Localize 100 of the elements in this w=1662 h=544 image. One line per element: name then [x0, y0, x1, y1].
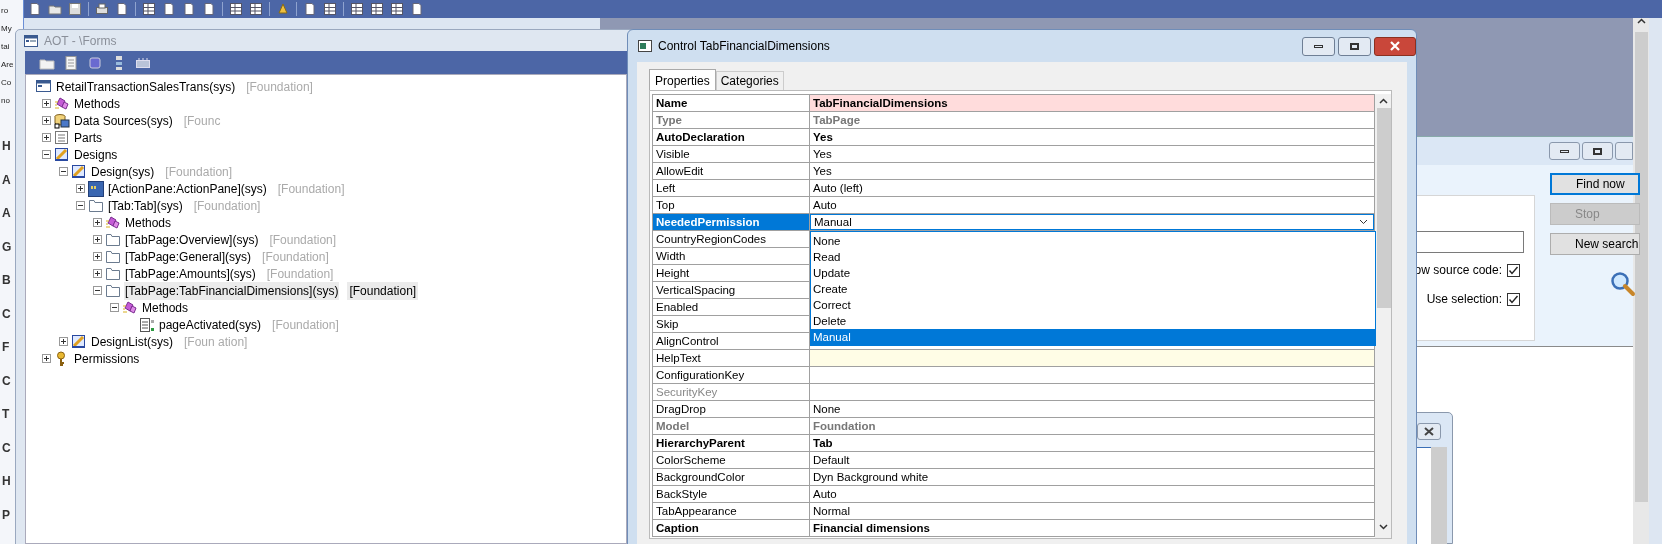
cube-icon[interactable] — [87, 54, 103, 71]
collapse-icon[interactable] — [42, 150, 51, 159]
collapse-icon[interactable] — [59, 167, 68, 176]
expand-icon[interactable] — [93, 269, 102, 278]
checkbox[interactable] — [1507, 292, 1520, 306]
grid-icon[interactable] — [350, 2, 364, 16]
property-name[interactable]: AutoDeclaration — [653, 129, 810, 146]
collapse-icon[interactable] — [110, 303, 119, 312]
property-name[interactable]: BackgroundColor — [653, 469, 810, 486]
expand-icon[interactable] — [42, 354, 51, 363]
property-name[interactable]: NeededPermission — [653, 214, 810, 231]
grid-icon[interactable] — [229, 2, 243, 16]
dropdown-option[interactable]: Create — [811, 281, 1375, 297]
tree-item[interactable]: Methods — [73, 94, 122, 113]
property-name[interactable]: Caption — [653, 520, 810, 537]
find-button[interactable]: Find now — [1550, 173, 1640, 195]
tree-item[interactable]: [TabPage:TabFinancialDimensions](sys) — [124, 281, 340, 300]
property-name[interactable]: Enabled — [653, 299, 810, 316]
property-name[interactable]: DragDrop — [653, 401, 810, 418]
grid-icon[interactable] — [323, 2, 337, 16]
dropdown-field[interactable]: Manual — [810, 214, 1374, 230]
chevron-down-icon[interactable] — [1359, 219, 1368, 225]
expand-icon[interactable] — [76, 184, 85, 193]
tab[interactable]: Properties — [649, 69, 716, 91]
collapse-icon[interactable] — [76, 201, 85, 210]
dropdown-option[interactable]: None — [811, 233, 1375, 249]
property-name[interactable]: ColorScheme — [653, 452, 810, 469]
page-icon[interactable] — [162, 2, 176, 16]
page-icon[interactable] — [303, 2, 317, 16]
tree-item[interactable]: Permissions — [73, 349, 141, 368]
property-name[interactable]: Width — [653, 248, 810, 265]
tree-item[interactable]: [TabPage:Overview](sys) — [124, 230, 260, 249]
checkbox[interactable] — [1507, 263, 1520, 277]
property-name[interactable]: Type — [653, 112, 810, 129]
maximize-button[interactable] — [1582, 142, 1613, 160]
tree-item[interactable]: Methods — [141, 298, 190, 317]
tree-item[interactable]: RetailTransactionSalesTrans(sys) — [55, 77, 237, 96]
dropdown-option[interactable]: Manual — [811, 329, 1375, 345]
close-button[interactable] — [1417, 423, 1441, 440]
property-name[interactable]: AllowEdit — [653, 163, 810, 180]
dropdown-option[interactable]: Update — [811, 265, 1375, 281]
scroll-down-icon[interactable] — [1379, 524, 1388, 530]
expand-icon[interactable] — [59, 337, 68, 346]
search-button[interactable]: New search — [1550, 233, 1640, 255]
expand-icon[interactable] — [93, 252, 102, 261]
tree-item[interactable]: DesignList(sys) — [90, 332, 175, 351]
expand-icon[interactable] — [93, 235, 102, 244]
property-name[interactable]: Left — [653, 180, 810, 197]
tree-item[interactable]: Design(sys) — [90, 162, 156, 181]
tree-item[interactable]: [TabPage:Amounts](sys) — [124, 264, 257, 283]
property-name[interactable]: Model — [653, 418, 810, 435]
property-name[interactable]: BackStyle — [653, 486, 810, 503]
dropdown-option[interactable]: Read — [811, 249, 1375, 265]
scrollbar[interactable] — [1431, 447, 1447, 544]
tree-item[interactable]: Parts — [73, 128, 103, 147]
dropdown-option[interactable]: Delete — [811, 313, 1375, 329]
grid-icon[interactable] — [142, 2, 156, 16]
printer-icon[interactable] — [95, 2, 109, 16]
warning-icon[interactable] — [276, 2, 290, 16]
grid-icon[interactable] — [370, 2, 384, 16]
property-name[interactable]: ConfigurationKey — [653, 367, 810, 384]
tree-item[interactable]: [ActionPane:ActionPane](sys) — [107, 179, 268, 198]
page-icon[interactable] — [63, 54, 79, 71]
property-name[interactable]: VerticalSpacing — [653, 282, 810, 299]
close-button[interactable] — [1374, 36, 1416, 56]
page-icon[interactable] — [410, 2, 424, 16]
minimize-button[interactable] — [1549, 142, 1580, 160]
minimize-button[interactable] — [1302, 36, 1335, 56]
search-field[interactable] — [1415, 231, 1524, 253]
property-name[interactable]: SecurityKey — [653, 384, 810, 401]
scroll-up-icon[interactable] — [1379, 98, 1388, 104]
tree-item[interactable]: Methods — [124, 213, 173, 232]
expand-icon[interactable] — [42, 99, 51, 108]
property-name[interactable]: TabAppearance — [653, 503, 810, 520]
page-icon[interactable] — [202, 2, 216, 16]
property-name[interactable]: HierarchyParent — [653, 435, 810, 452]
tree-item[interactable]: [Tab:Tab](sys) — [107, 196, 184, 215]
maximize-button[interactable] — [1338, 36, 1371, 56]
scroll-up-icon[interactable] — [1636, 18, 1646, 24]
scrollbar[interactable] — [1375, 94, 1391, 538]
tree-item[interactable]: Designs — [73, 145, 119, 164]
property-name[interactable]: Skip — [653, 316, 810, 333]
grid-icon[interactable] — [249, 2, 263, 16]
tab[interactable]: Categories — [715, 71, 784, 90]
tree-item[interactable]: [TabPage:General](sys) — [124, 247, 253, 266]
tree-item[interactable]: Data Sources(sys) — [73, 111, 174, 130]
dropdown-option[interactable]: Correct — [811, 297, 1375, 313]
property-name[interactable]: HelpText — [653, 350, 810, 367]
expand-icon[interactable] — [42, 133, 51, 142]
property-name[interactable]: Height — [653, 265, 810, 282]
page-icon[interactable] — [115, 2, 129, 16]
collapse-icon[interactable] — [93, 286, 102, 295]
page-icon[interactable] — [28, 2, 42, 16]
scroll-thumb[interactable] — [1376, 108, 1391, 308]
tree-item[interactable]: pageActivated(sys) — [158, 315, 263, 334]
folder-icon[interactable] — [48, 2, 62, 16]
property-name[interactable]: Visible — [653, 146, 810, 163]
property-name[interactable]: CountryRegionCodes — [653, 231, 810, 248]
expand-icon[interactable] — [42, 116, 51, 125]
page-icon[interactable] — [182, 2, 196, 16]
